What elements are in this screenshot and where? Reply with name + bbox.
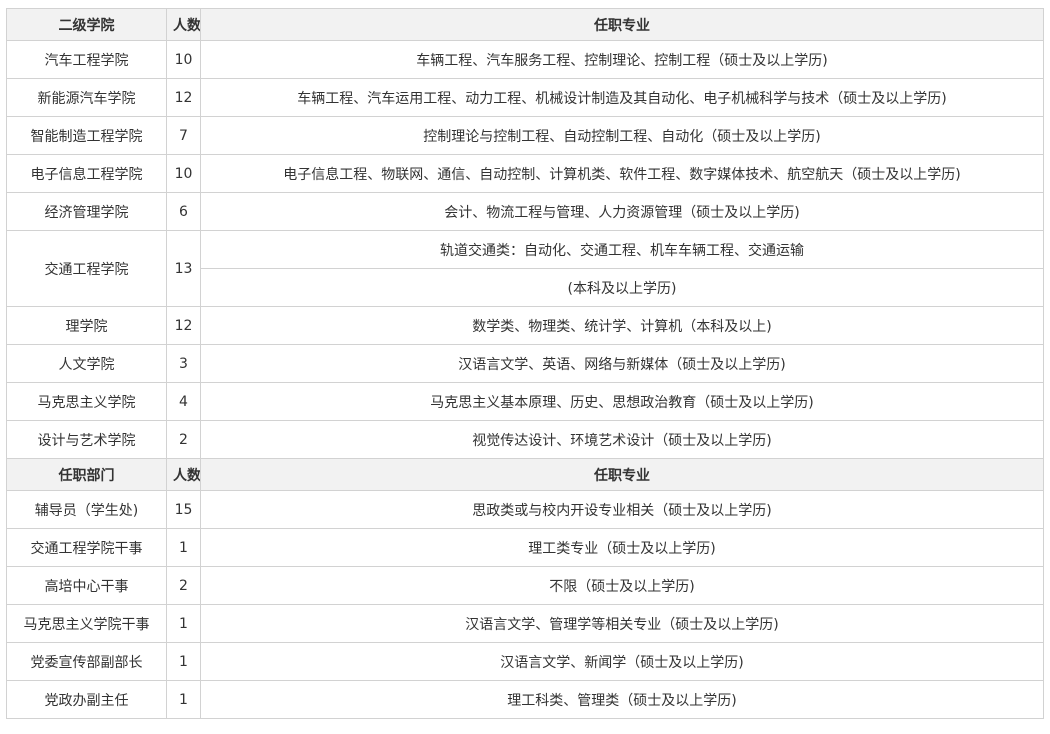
college-header-row: 二级学院 人数 任职专业 (6, 8, 1044, 41)
header-department: 任职部门 (6, 458, 167, 491)
headcount: 12 (166, 306, 201, 345)
header-count: 人数 (166, 8, 201, 41)
majors: 轨道交通类：自动化、交通工程、机车车辆工程、交通运输 (200, 230, 1044, 269)
department-name: 高培中心干事 (6, 566, 167, 605)
college-name: 设计与艺术学院 (6, 420, 167, 459)
table-row: 经济管理学院 6 会计、物流工程与管理、人力资源管理（硕士及以上学历) (6, 192, 1044, 231)
majors: 会计、物流工程与管理、人力资源管理（硕士及以上学历) (200, 192, 1044, 231)
table-row: 辅导员（学生处) 15 思政类或与校内开设专业相关（硕士及以上学历) (6, 490, 1044, 529)
table-row: 设计与艺术学院 2 视觉传达设计、环境艺术设计（硕士及以上学历) (6, 420, 1044, 459)
recruitment-table: 二级学院 人数 任职专业 汽车工程学院 10 车辆工程、汽车服务工程、控制理论、… (6, 8, 1044, 719)
college-name: 马克思主义学院 (6, 382, 167, 421)
headcount: 12 (166, 78, 201, 117)
headcount: 6 (166, 192, 201, 231)
department-name: 党政办副主任 (6, 680, 167, 719)
table-row: 交通工程学院干事 1 理工类专业（硕士及以上学历) (6, 528, 1044, 567)
header-college: 二级学院 (6, 8, 167, 41)
header-count: 人数 (166, 458, 201, 491)
college-name: 交通工程学院 (6, 230, 167, 307)
headcount: 2 (166, 566, 201, 605)
table-row: 理学院 12 数学类、物理类、统计学、计算机（本科及以上) (6, 306, 1044, 345)
majors: 视觉传达设计、环境艺术设计（硕士及以上学历) (200, 420, 1044, 459)
majors: 车辆工程、汽车运用工程、动力工程、机械设计制造及其自动化、电子机械科学与技术（硕… (200, 78, 1044, 117)
department-header-row: 任职部门 人数 任职专业 (6, 458, 1044, 491)
majors: 车辆工程、汽车服务工程、控制理论、控制工程（硕士及以上学历) (200, 40, 1044, 79)
headcount: 15 (166, 490, 201, 529)
headcount: 10 (166, 154, 201, 193)
majors: 不限（硕士及以上学历) (200, 566, 1044, 605)
table-row: 党政办副主任 1 理工科类、管理类（硕士及以上学历) (6, 680, 1044, 719)
table-row: 电子信息工程学院 10 电子信息工程、物联网、通信、自动控制、计算机类、软件工程… (6, 154, 1044, 193)
majors: 电子信息工程、物联网、通信、自动控制、计算机类、软件工程、数字媒体技术、航空航天… (200, 154, 1044, 193)
table-row: 马克思主义学院干事 1 汉语言文学、管理学等相关专业（硕士及以上学历) (6, 604, 1044, 643)
table-row: 智能制造工程学院 7 控制理论与控制工程、自动控制工程、自动化（硕士及以上学历) (6, 116, 1044, 155)
majors: 马克思主义基本原理、历史、思想政治教育（硕士及以上学历) (200, 382, 1044, 421)
majors: 汉语言文学、新闻学（硕士及以上学历) (200, 642, 1044, 681)
headcount: 1 (166, 528, 201, 567)
college-name: 电子信息工程学院 (6, 154, 167, 193)
college-name: 新能源汽车学院 (6, 78, 167, 117)
headcount: 1 (166, 604, 201, 643)
department-name: 马克思主义学院干事 (6, 604, 167, 643)
department-name: 辅导员（学生处) (6, 490, 167, 529)
table-row: 汽车工程学院 10 车辆工程、汽车服务工程、控制理论、控制工程（硕士及以上学历) (6, 40, 1044, 79)
majors: 理工类专业（硕士及以上学历) (200, 528, 1044, 567)
headcount: 13 (166, 230, 201, 307)
majors: (本科及以上学历) (200, 268, 1044, 307)
department-name: 党委宣传部副部长 (6, 642, 167, 681)
header-majors: 任职专业 (200, 8, 1044, 41)
majors: 理工科类、管理类（硕士及以上学历) (200, 680, 1044, 719)
header-majors: 任职专业 (200, 458, 1044, 491)
table-row: 新能源汽车学院 12 车辆工程、汽车运用工程、动力工程、机械设计制造及其自动化、… (6, 78, 1044, 117)
college-name: 理学院 (6, 306, 167, 345)
college-name: 人文学院 (6, 344, 167, 383)
college-name: 汽车工程学院 (6, 40, 167, 79)
headcount: 1 (166, 642, 201, 681)
table-row: 人文学院 3 汉语言文学、英语、网络与新媒体（硕士及以上学历) (6, 344, 1044, 383)
table-row: 马克思主义学院 4 马克思主义基本原理、历史、思想政治教育（硕士及以上学历) (6, 382, 1044, 421)
college-name: 智能制造工程学院 (6, 116, 167, 155)
headcount: 7 (166, 116, 201, 155)
table-row: 交通工程学院 13 轨道交通类：自动化、交通工程、机车车辆工程、交通运输 (6, 230, 1044, 307)
department-name: 交通工程学院干事 (6, 528, 167, 567)
table-row: 党委宣传部副部长 1 汉语言文学、新闻学（硕士及以上学历) (6, 642, 1044, 681)
majors: 汉语言文学、管理学等相关专业（硕士及以上学历) (200, 604, 1044, 643)
headcount: 10 (166, 40, 201, 79)
headcount: 2 (166, 420, 201, 459)
majors: 思政类或与校内开设专业相关（硕士及以上学历) (200, 490, 1044, 529)
majors: 汉语言文学、英语、网络与新媒体（硕士及以上学历) (200, 344, 1044, 383)
college-name: 经济管理学院 (6, 192, 167, 231)
table-row: 高培中心干事 2 不限（硕士及以上学历) (6, 566, 1044, 605)
majors: 数学类、物理类、统计学、计算机（本科及以上) (200, 306, 1044, 345)
majors: 控制理论与控制工程、自动控制工程、自动化（硕士及以上学历) (200, 116, 1044, 155)
headcount: 3 (166, 344, 201, 383)
headcount: 1 (166, 680, 201, 719)
headcount: 4 (166, 382, 201, 421)
